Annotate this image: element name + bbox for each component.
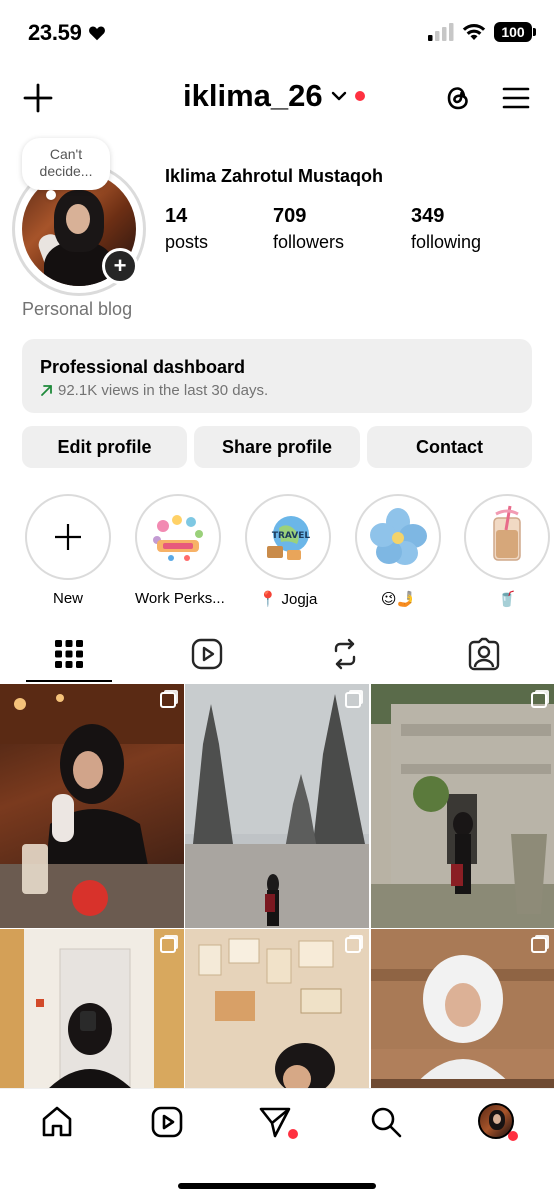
highlight-label: 😉🤳: [380, 591, 416, 608]
plus-icon: [55, 524, 81, 550]
blue-flower-image: [370, 508, 427, 565]
stat-value: 14: [165, 205, 188, 227]
avatar-face: [66, 204, 90, 234]
highlight-cover: [470, 500, 544, 574]
highlight-label: Work Perks...: [135, 590, 225, 607]
highlight-jogja[interactable]: TRAVEL 📍 Jogja: [245, 494, 331, 608]
highlight-cover: [141, 500, 215, 574]
status-bar: 23.59 100: [0, 0, 554, 66]
share-profile-button[interactable]: Share profile: [194, 426, 360, 468]
post-image-meal: [371, 929, 554, 1088]
professional-dashboard[interactable]: Professional dashboard 92.1K views in th…: [22, 339, 532, 413]
multiple-photos-icon: [160, 692, 176, 708]
tagged-icon[interactable]: [466, 636, 502, 672]
highlight-work-perks[interactable]: Work Perks...: [135, 494, 225, 607]
post-thumbnail[interactable]: [371, 684, 554, 928]
profile-category: Personal blog: [22, 299, 133, 319]
account-switcher[interactable]: iklima_26: [183, 78, 365, 114]
highlight-cover: [361, 500, 435, 574]
highlight-new[interactable]: New: [25, 494, 111, 607]
stat-label: following: [411, 232, 482, 252]
hamburger-menu-icon[interactable]: [502, 84, 530, 112]
highlight-label: 📍 Jogja: [258, 591, 318, 608]
post-thumbnail[interactable]: [185, 684, 369, 928]
grid-icon[interactable]: [51, 636, 87, 672]
battery-level: 100: [501, 24, 525, 40]
post-image-temple: [185, 684, 369, 928]
post-image-cafe-portrait: [0, 684, 184, 928]
profile-note[interactable]: Can't decide...: [22, 138, 110, 200]
post-thumbnail[interactable]: [185, 929, 369, 1088]
battery-icon: 100: [494, 22, 536, 42]
heart-icon: [88, 26, 105, 41]
stat-value: 709: [273, 205, 307, 227]
status-time: 23.59: [28, 20, 106, 46]
post-thumbnail[interactable]: [0, 929, 184, 1088]
highlight-cover: TRAVEL: [251, 500, 325, 574]
trend-up-icon: [41, 385, 52, 396]
home-icon[interactable]: [40, 1105, 74, 1139]
profile-notification-dot: [508, 1131, 518, 1141]
multiple-photos-icon: [531, 937, 547, 953]
home-indicator[interactable]: [178, 1183, 376, 1189]
svg-text:TRAVEL: TRAVEL: [272, 531, 311, 541]
reels-icon[interactable]: [150, 1105, 184, 1139]
stat-posts[interactable]: 14 posts: [165, 205, 208, 253]
profile-tabs: [0, 628, 554, 684]
multiple-photos-icon: [531, 692, 547, 708]
cellular-signal-icon: [428, 23, 454, 41]
profile-header: iklima_26: [0, 72, 554, 128]
iced-drink-image: [493, 505, 521, 561]
plus-icon[interactable]: [22, 82, 54, 114]
dashboard-views-text: 92.1K views in the last 30 days.: [58, 382, 269, 399]
highlight-ring: [464, 494, 550, 580]
post-thumbnail[interactable]: [0, 684, 184, 928]
stat-value: 349: [411, 205, 445, 227]
clock-text: 23.59: [28, 20, 82, 45]
mini-avatar-face: [493, 1114, 501, 1124]
chevron-down-icon: [331, 91, 346, 101]
reposts-icon[interactable]: [327, 636, 363, 672]
doodle-banner-image: [153, 515, 203, 561]
active-tab-indicator: [26, 680, 112, 682]
dashboard-subtitle: 92.1K views in the last 30 days.: [40, 382, 514, 399]
post-image-poster-wall: [185, 929, 369, 1088]
add-story-button[interactable]: +: [102, 248, 138, 284]
dashboard-title: Professional dashboard: [40, 357, 246, 377]
stat-label: followers: [273, 232, 345, 252]
multiple-photos-icon: [345, 937, 361, 953]
highlight-ring: [25, 494, 111, 580]
multiple-photos-icon: [160, 937, 176, 953]
highlight-ring: [135, 494, 221, 580]
wifi-icon: [462, 24, 486, 40]
direct-message-icon[interactable]: [258, 1105, 292, 1139]
highlight-selfie[interactable]: 😉🤳: [355, 494, 441, 608]
stat-followers[interactable]: 709 followers: [273, 205, 344, 253]
posts-grid: [0, 684, 554, 1088]
post-image-stone-wall: [371, 684, 554, 928]
full-name: Iklima Zahrotul Mustaqoh: [165, 166, 384, 186]
reels-icon[interactable]: [189, 636, 225, 672]
username-title: iklima_26: [183, 78, 323, 113]
stat-label: posts: [165, 232, 209, 252]
highlight-ring: TRAVEL: [245, 494, 331, 580]
threads-icon[interactable]: [442, 82, 474, 114]
stat-following[interactable]: 349 following: [411, 205, 481, 253]
search-icon[interactable]: [369, 1105, 403, 1139]
travel-doodle-image: TRAVEL: [267, 516, 311, 560]
notification-dot: [354, 91, 365, 101]
status-indicators: 100: [428, 22, 536, 42]
post-image-mirror-selfie: [0, 929, 184, 1088]
note-text: Can't decide...: [39, 146, 93, 179]
highlight-label: 🥤: [497, 591, 517, 608]
post-thumbnail[interactable]: [371, 929, 554, 1088]
messages-notification-dot: [288, 1129, 298, 1139]
highlight-label: New: [52, 590, 83, 607]
edit-profile-button[interactable]: Edit profile: [22, 426, 187, 468]
highlight-ring: [355, 494, 441, 580]
multiple-photos-icon: [345, 692, 361, 708]
contact-button[interactable]: Contact: [367, 426, 532, 468]
highlight-drink[interactable]: 🥤: [464, 494, 550, 608]
